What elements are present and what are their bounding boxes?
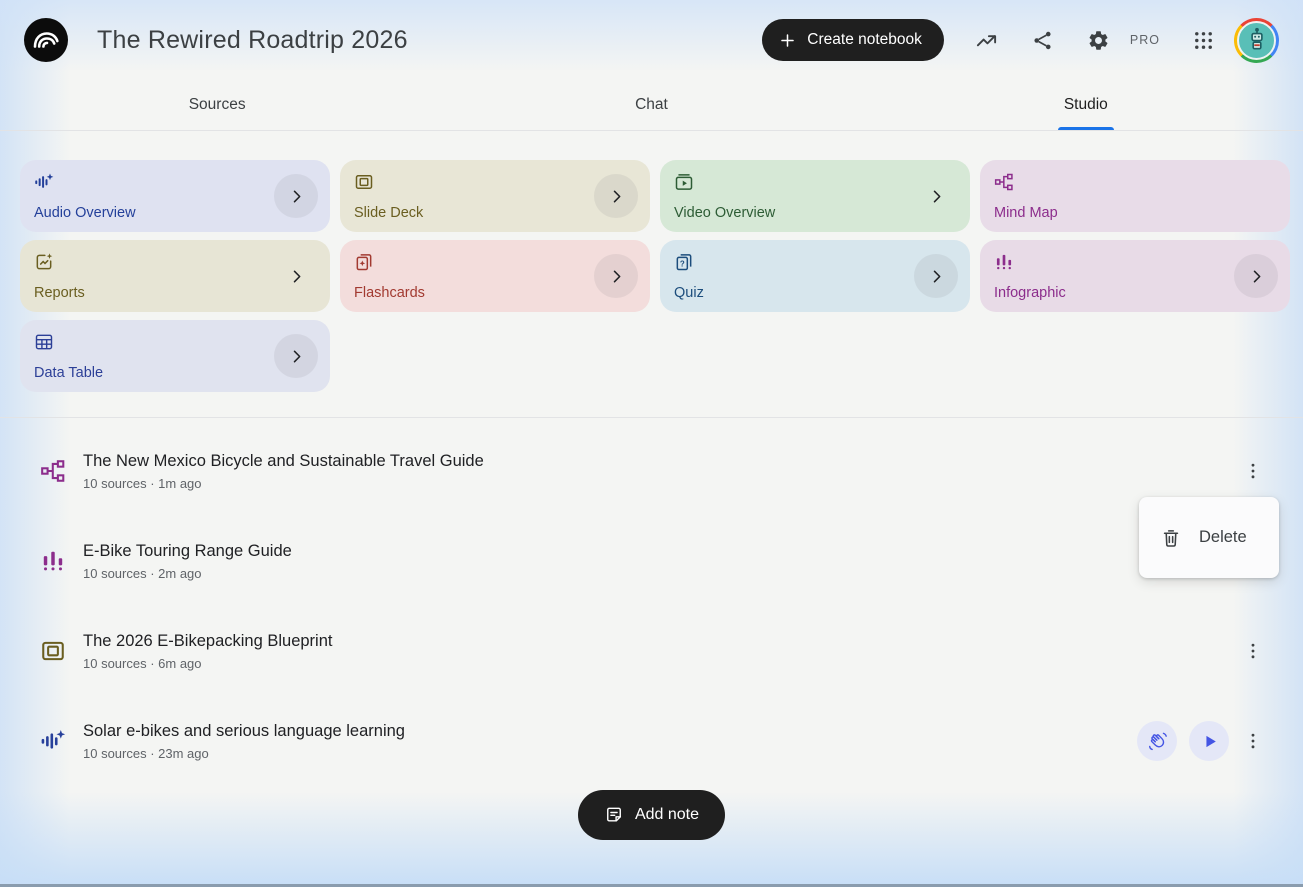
create-notebook-label: Create notebook [807,31,922,49]
plus-icon [778,31,797,50]
chevron-right-icon[interactable] [914,174,958,218]
chevron-right-icon[interactable] [594,254,638,298]
google-apps-grid-icon[interactable] [1190,27,1216,53]
flashcards-icon [354,252,374,272]
notebooklm-studio-page: The Rewired Roadtrip 2026 Create noteboo… [0,0,1303,887]
artifact-row-infographic[interactable]: E-Bike Touring Range Guide 10 sources · … [40,516,1265,606]
studio-tools-grid: Audio Overview Slide Deck Video Overview [0,131,1303,392]
svg-text:?: ? [680,259,685,268]
tab-chat-label: Chat [635,96,668,114]
infographic-icon [994,252,1014,272]
artifact-row-audio-overview[interactable]: Solar e-bikes and serious language learn… [40,696,1265,786]
analytics-trending-icon[interactable] [974,27,1000,53]
artifact-text: E-Bike Touring Range Guide 10 sources · … [83,542,292,581]
menu-item-delete[interactable]: Delete [1139,527,1279,549]
context-menu: Delete [1139,497,1279,578]
chevron-right-icon[interactable] [274,174,318,218]
artifact-meta: 10 sources · 1m ago [83,476,484,491]
more-options-icon[interactable] [1241,455,1265,487]
artifact-title: The 2026 E-Bikepacking Blueprint [83,632,332,651]
menu-item-label: Delete [1199,528,1247,547]
chevron-right-icon[interactable] [274,254,318,298]
slide-deck-icon [354,172,374,192]
audio-waveform-sparkle-icon [40,728,66,754]
tool-label: Reports [34,285,85,301]
artifact-row-mind-map[interactable]: The New Mexico Bicycle and Sustainable T… [40,426,1265,516]
tab-sources[interactable]: Sources [0,80,434,130]
tool-label: Audio Overview [34,205,136,221]
tool-label: Video Overview [674,205,775,221]
note-icon [604,805,624,825]
tool-card-infographic[interactable]: Infographic [980,240,1290,312]
interactive-mode-button[interactable] [1137,721,1177,761]
tab-studio[interactable]: Studio [869,80,1303,130]
add-note-container: Add note [0,790,1303,840]
chevron-right-icon[interactable] [914,254,958,298]
chevron-right-icon[interactable] [594,174,638,218]
create-notebook-button[interactable]: Create notebook [762,19,944,61]
mind-map-icon [40,458,66,484]
artifact-meta: 10 sources · 6m ago [83,656,332,671]
artifact-meta: 10 sources · 23m ago [83,746,405,761]
waving-hand-icon [1147,731,1168,752]
play-icon [1199,731,1220,752]
tool-card-slide-deck[interactable]: Slide Deck [340,160,650,232]
trash-icon [1160,527,1182,549]
add-note-button[interactable]: Add note [578,790,725,840]
data-table-icon [34,332,54,352]
chevron-right-icon[interactable] [274,334,318,378]
infographic-icon [40,548,66,574]
user-avatar[interactable] [1234,18,1279,63]
tool-card-flashcards[interactable]: Flashcards [340,240,650,312]
settings-gear-icon[interactable] [1086,27,1112,53]
artifact-text: The New Mexico Bicycle and Sustainable T… [83,452,484,491]
page-title: The Rewired Roadtrip 2026 [97,26,408,55]
more-options-icon[interactable] [1241,635,1265,667]
tool-label: Data Table [34,365,103,381]
artifact-title: E-Bike Touring Range Guide [83,542,292,561]
artifact-meta: 10 sources · 2m ago [83,566,292,581]
video-overview-icon [674,172,694,192]
tab-sources-label: Sources [189,96,246,114]
tool-label: Quiz [674,285,704,301]
artifact-title: Solar e-bikes and serious language learn… [83,722,405,741]
tool-label: Infographic [994,285,1066,301]
play-audio-button[interactable] [1189,721,1229,761]
tab-chat[interactable]: Chat [434,80,868,130]
tool-label: Flashcards [354,285,425,301]
header-actions: Create notebook PRO [762,18,1279,63]
pro-badge: PRO [1130,33,1160,47]
mind-map-icon [994,172,1014,192]
artifact-text: The 2026 E-Bikepacking Blueprint 10 sour… [83,632,332,671]
tabbar: Sources Chat Studio [0,80,1303,131]
artifact-title: The New Mexico Bicycle and Sustainable T… [83,452,484,471]
add-note-label: Add note [635,806,699,824]
chevron-right-icon[interactable] [1234,254,1278,298]
avatar-robot-image [1237,21,1276,60]
artifact-text: Solar e-bikes and serious language learn… [83,722,405,761]
notebooklm-logo-icon[interactable] [24,18,68,62]
tool-label: Slide Deck [354,205,423,221]
tab-studio-label: Studio [1064,96,1108,114]
artifact-actions [1137,721,1265,761]
share-icon[interactable] [1030,27,1056,53]
artifact-row-slide-deck[interactable]: The 2026 E-Bikepacking Blueprint 10 sour… [40,606,1265,696]
tool-card-reports[interactable]: Reports [20,240,330,312]
quiz-icon: ? [674,252,694,272]
tool-label: Mind Map [994,205,1058,221]
tool-card-data-table[interactable]: Data Table [20,320,330,392]
tool-card-quiz[interactable]: ? Quiz [660,240,970,312]
tool-card-video-overview[interactable]: Video Overview [660,160,970,232]
artifact-list: The New Mexico Bicycle and Sustainable T… [0,418,1303,786]
audio-waveform-sparkle-icon [34,172,54,192]
artifact-actions [1241,455,1265,487]
artifact-actions [1241,635,1265,667]
tool-card-audio-overview[interactable]: Audio Overview [20,160,330,232]
tool-card-mind-map[interactable]: Mind Map [980,160,1290,232]
report-sparkle-icon [34,252,54,272]
header: The Rewired Roadtrip 2026 Create noteboo… [0,0,1303,80]
more-options-icon[interactable] [1241,725,1265,757]
slide-deck-icon [40,638,66,664]
